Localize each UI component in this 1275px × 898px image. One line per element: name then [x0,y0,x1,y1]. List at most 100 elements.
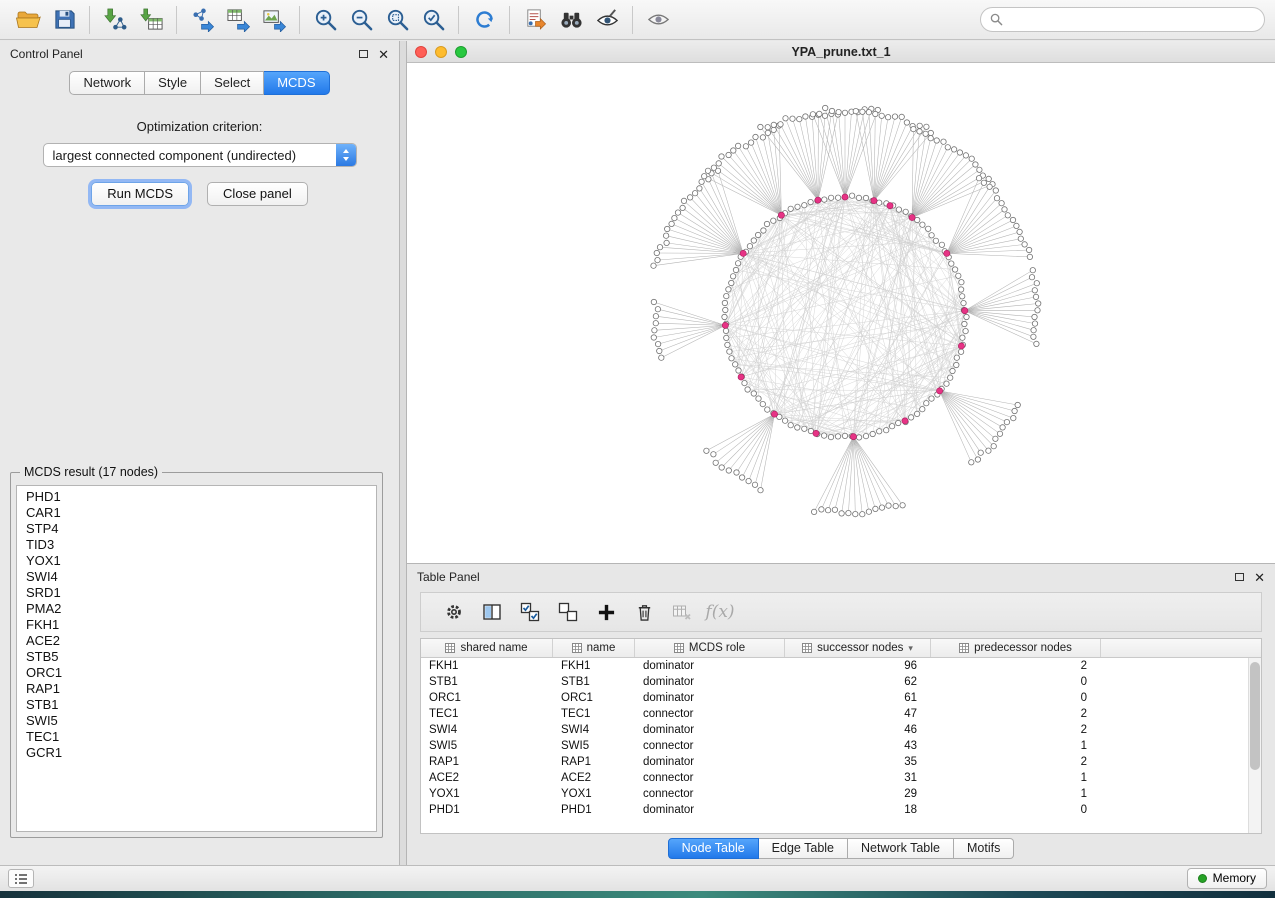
open-button[interactable] [10,4,46,36]
deselect-all-button[interactable] [549,595,587,629]
list-item[interactable]: SWI4 [26,569,376,585]
eye-button[interactable] [640,4,676,36]
table-settings-button[interactable] [435,595,473,629]
table-row[interactable]: PHD1PHD1dominator180 [421,802,1261,818]
refresh-button[interactable] [466,4,502,36]
panel-splitter[interactable] [400,41,407,865]
save-button[interactable] [46,4,82,36]
export-network-button[interactable] [184,4,220,36]
table-scrollbar[interactable] [1248,658,1261,833]
run-mcds-button[interactable]: Run MCDS [91,182,189,206]
import-table-button[interactable] [133,4,169,36]
import-network-button[interactable] [97,4,133,36]
refresh-icon [472,7,497,32]
tab-motifs[interactable]: Motifs [954,838,1014,859]
table-scrollbar-thumb[interactable] [1250,662,1260,770]
list-item[interactable]: STB1 [26,697,376,713]
zoom-out-button[interactable] [343,4,379,36]
tab-network-table[interactable]: Network Table [848,838,954,859]
network-graph-canvas[interactable] [407,63,1275,563]
table-cell: SWI4 [553,724,635,736]
memory-label: Memory [1213,871,1256,885]
table-cell: TEC1 [421,708,553,720]
tab-network[interactable]: Network [69,71,145,95]
table-row[interactable]: TEC1TEC1connector472 [421,706,1261,722]
list-item[interactable]: PMA2 [26,601,376,617]
list-item[interactable]: STP4 [26,521,376,537]
table-cell: ACE2 [553,772,635,784]
mcds-result-list[interactable]: PHD1CAR1STP4TID3YOX1SWI4SRD1PMA2FKH1ACE2… [16,485,377,832]
table-cell: ACE2 [421,772,553,784]
table-cell: dominator [635,804,785,816]
main-toolbar [0,0,1275,40]
select-all-button[interactable] [511,595,549,629]
list-item[interactable]: CAR1 [26,505,376,521]
column-header-name[interactable]: name [553,639,635,657]
list-item[interactable]: SWI5 [26,713,376,729]
delete-column-button[interactable] [625,595,663,629]
float-panel-icon[interactable] [359,50,368,58]
search-box[interactable] [980,7,1265,32]
tab-style[interactable]: Style [145,71,201,95]
column-grid-icon [959,643,969,653]
list-item[interactable]: PHD1 [26,489,376,505]
column-label: successor nodes [817,642,903,654]
list-item[interactable]: ACE2 [26,633,376,649]
table-cell: FKH1 [421,660,553,672]
list-item[interactable]: FKH1 [26,617,376,633]
table-row[interactable]: SWI4SWI4dominator462 [421,722,1261,738]
search-network-button[interactable] [553,4,589,36]
show-columns-button[interactable] [473,595,511,629]
list-item[interactable]: RAP1 [26,681,376,697]
export-image-button[interactable] [256,4,292,36]
tab-node-table[interactable]: Node Table [668,838,759,859]
close-panel-icon[interactable]: ✕ [378,48,389,61]
close-panel-button[interactable]: Close panel [207,182,308,206]
table-row[interactable]: SWI5SWI5connector431 [421,738,1261,754]
table-panel: Table Panel ✕ f(x) [407,563,1275,865]
list-item[interactable]: YOX1 [26,553,376,569]
export-table-button[interactable] [220,4,256,36]
list-item[interactable]: GCR1 [26,745,376,761]
toolbar-separator [89,6,90,34]
eye-edit-button[interactable] [589,4,625,36]
column-header-predecessor-nodes[interactable]: predecessor nodes [931,639,1101,657]
table-toolbar: f(x) [420,592,1262,632]
task-history-button[interactable] [8,869,34,888]
list-item[interactable]: ORC1 [26,665,376,681]
list-item[interactable]: TID3 [26,537,376,553]
column-header-mcds-role[interactable]: MCDS role [635,639,785,657]
tab-edge-table[interactable]: Edge Table [759,838,848,859]
zoom-selected-button[interactable] [415,4,451,36]
tab-select[interactable]: Select [201,71,264,95]
list-item[interactable]: SRD1 [26,585,376,601]
table-row[interactable]: ORC1ORC1dominator610 [421,690,1261,706]
zoom-in-button[interactable] [307,4,343,36]
table-row[interactable]: RAP1RAP1dominator352 [421,754,1261,770]
network-window-titlebar[interactable]: YPA_prune.txt_1 [407,41,1275,63]
table-cell: 2 [931,660,1101,672]
table-cell: SWI4 [421,724,553,736]
table-row[interactable]: ACE2ACE2connector311 [421,770,1261,786]
column-header-shared-name[interactable]: shared name [421,639,553,657]
table-cell: 62 [785,676,931,688]
delete-table-button[interactable] [663,595,701,629]
zoom-fit-button[interactable] [379,4,415,36]
float-table-panel-icon[interactable] [1235,573,1244,581]
search-input[interactable] [1008,13,1255,27]
list-item[interactable]: TEC1 [26,729,376,745]
memory-button[interactable]: Memory [1187,868,1267,889]
function-builder-button[interactable]: f(x) [701,595,739,629]
close-table-panel-icon[interactable]: ✕ [1254,571,1265,584]
table-row[interactable]: YOX1YOX1connector291 [421,786,1261,802]
list-item[interactable]: STB5 [26,649,376,665]
mcds-result-box: MCDS result (17 nodes) PHD1CAR1STP4TID3Y… [10,465,383,838]
add-column-button[interactable] [587,595,625,629]
table-row[interactable]: STB1STB1dominator620 [421,674,1261,690]
column-header-successor-nodes[interactable]: successor nodes ▾ [785,639,931,657]
table-row[interactable]: FKH1FKH1dominator962 [421,658,1261,674]
criterion-dropdown[interactable]: largest connected component (undirected) [43,143,357,167]
clipboard-share-button[interactable] [517,4,553,36]
trash-icon [635,603,654,622]
tab-mcds[interactable]: MCDS [264,71,329,95]
